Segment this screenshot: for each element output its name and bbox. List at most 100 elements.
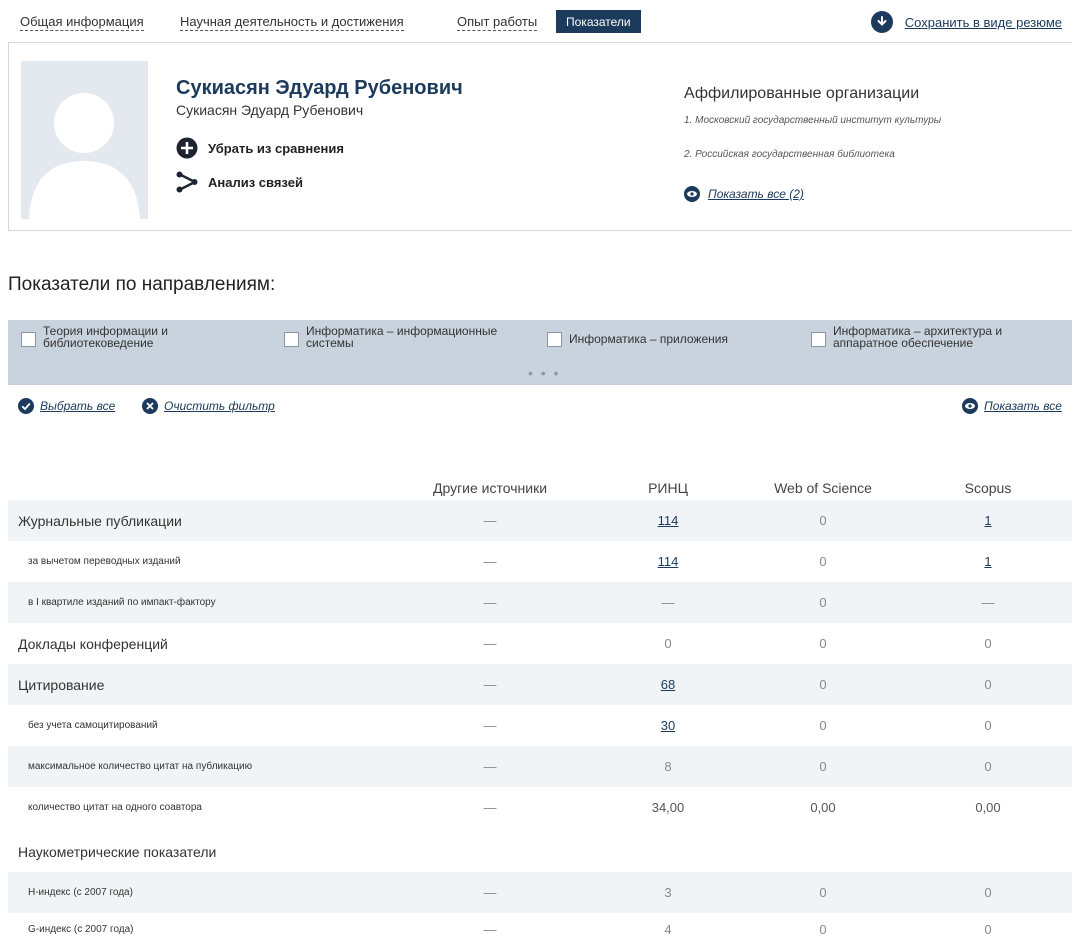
cell: — — [483, 554, 497, 569]
link-analysis-label: Анализ связей — [208, 174, 303, 190]
column-header: Другие источники — [432, 480, 548, 496]
cell: — — [483, 677, 497, 692]
table-row: Журнальные публикации — 114 0 1 — [8, 500, 1072, 541]
cell: 0 — [819, 921, 827, 937]
cell-link[interactable]: 68 — [583, 664, 753, 705]
show-all-filters-label: Показать все — [984, 399, 1062, 413]
cell: — — [483, 921, 497, 937]
filter-label: Информатика – архитектура и аппаратное о… — [833, 324, 1003, 350]
cell: 34,00 — [651, 800, 685, 815]
cell: — — [661, 595, 675, 610]
cell: 0 — [984, 759, 992, 774]
cell: 3 — [664, 885, 672, 900]
affiliation-item: 1. Московский государственный институт к… — [684, 115, 942, 126]
clear-filter-link[interactable]: Очистить фильтр — [142, 398, 275, 414]
row-label: Цитирование — [18, 676, 105, 693]
cell-link[interactable]: 30 — [583, 705, 753, 746]
table-row: Цитирование — 68 0 0 — [8, 664, 1072, 705]
filter-checkbox-item[interactable]: Информатика – приложения — [547, 325, 728, 347]
profile-subname: Сукиасян Эдуард Рубенович — [176, 102, 364, 118]
checkbox[interactable] — [21, 332, 36, 347]
profile-card: Сукиасян Эдуард Рубенович Сукиасян Эдуар… — [8, 42, 1072, 231]
cell: 0 — [984, 885, 992, 900]
filter-label: Информатика – информационные системы — [306, 324, 498, 350]
cell: 0 — [819, 554, 827, 569]
filter-label: Информатика – приложения — [569, 332, 728, 346]
filter-checkbox-item[interactable]: Информатика – информационные системы — [284, 325, 531, 349]
cell: 0 — [984, 921, 992, 937]
check-circle-icon — [18, 398, 34, 414]
cell: 0 — [984, 636, 992, 651]
eye-icon — [962, 398, 978, 414]
cell-link[interactable]: 1 — [903, 541, 1072, 582]
tab-research[interactable]: Научная деятельность и достижения — [180, 14, 404, 31]
table-row: количество цитат на одного соавтора — 34… — [8, 787, 1072, 828]
table-row: Доклады конференций — 0 0 0 — [8, 623, 1072, 664]
cell: 0 — [819, 885, 827, 900]
row-label: H-индекс (с 2007 года) — [28, 887, 133, 898]
expand-filters-button[interactable]: • • • — [528, 365, 560, 381]
avatar — [21, 61, 148, 219]
show-all-affiliations-label: Показать все (2) — [708, 187, 804, 201]
cell: 0 — [984, 718, 992, 733]
table-row: G-индекс (с 2007 года) — 4 0 0 — [8, 913, 1072, 945]
cell: — — [483, 718, 497, 733]
cell: 0 — [819, 677, 827, 692]
show-all-filters-link[interactable]: Показать все — [962, 398, 1062, 414]
column-header: РИНЦ — [648, 480, 688, 496]
cell: 0 — [984, 677, 992, 692]
cell: 4 — [664, 921, 672, 937]
cell: 0 — [664, 636, 672, 651]
checkbox[interactable] — [547, 332, 562, 347]
eye-icon — [684, 186, 700, 202]
cell: 0 — [819, 513, 827, 528]
checkbox[interactable] — [284, 332, 299, 347]
table-row: максимальное количество цитат на публика… — [8, 746, 1072, 787]
section-title: Показатели по направлениям: — [8, 274, 276, 295]
show-all-affiliations-link[interactable]: Показать все (2) — [684, 186, 804, 202]
plus-circle-icon — [176, 137, 198, 159]
cell: — — [483, 800, 497, 815]
save-resume-button[interactable]: Сохранить в виде резюме — [870, 10, 1062, 34]
table-header: Другие источники РИНЦ Web of Science Sco… — [8, 480, 1072, 500]
cell: 0,00 — [810, 800, 836, 815]
cell: 0 — [819, 636, 827, 651]
save-resume-label: Сохранить в виде резюме — [904, 14, 1062, 30]
select-all-label: Выбрать все — [40, 399, 116, 413]
filter-bar: Теория информации и библиотековедение Ин… — [8, 320, 1072, 385]
cell: 0,00 — [975, 800, 1001, 815]
column-header: Scopus — [964, 480, 1012, 496]
filter-checkbox-item[interactable]: Информатика – архитектура и аппаратное о… — [811, 325, 1058, 349]
remove-from-comparison-button[interactable]: Убрать из сравнения — [176, 137, 344, 159]
link-analysis-button[interactable]: Анализ связей — [176, 171, 303, 193]
clear-filter-label: Очистить фильтр — [164, 399, 275, 413]
download-icon — [870, 11, 893, 33]
filter-checkbox-item[interactable]: Теория информации и библиотековедение — [21, 325, 268, 349]
cell-link[interactable]: 1 — [903, 500, 1072, 541]
filter-label: Теория информации и библиотековедение — [43, 324, 169, 350]
cell: — — [483, 513, 497, 528]
affiliation-item: 2. Российская государственная библиотека — [684, 149, 895, 160]
cell: — — [483, 636, 497, 651]
tab-work-experience[interactable]: Опыт работы — [457, 14, 538, 31]
table-row: за вычетом переводных изданий — 114 0 1 — [8, 541, 1072, 582]
close-circle-icon — [142, 398, 158, 414]
cell-link[interactable]: 114 — [583, 500, 753, 541]
cell: — — [483, 885, 497, 900]
row-label: Журнальные публикации — [18, 512, 182, 529]
row-label: G-индекс (с 2007 года) — [28, 923, 134, 935]
top-navigation: Общая информация Научная деятельность и … — [20, 10, 1062, 36]
row-label: без учета самоцитирований — [28, 720, 158, 731]
checkbox[interactable] — [811, 332, 826, 347]
select-all-link[interactable]: Выбрать все — [18, 398, 115, 414]
row-label: количество цитат на одного соавтора — [28, 802, 202, 813]
cell-link[interactable]: 114 — [583, 541, 753, 582]
cell: 0 — [819, 595, 827, 610]
tab-indicators[interactable]: Показатели — [556, 10, 641, 33]
tab-general-info[interactable]: Общая информация — [20, 14, 144, 31]
profile-name: Сукиасян Эдуард Рубенович — [176, 77, 463, 99]
cell: 8 — [664, 759, 672, 774]
row-label: Доклады конференций — [18, 635, 168, 652]
row-label: Наукометрические показатели — [18, 843, 217, 860]
cell: 0 — [819, 759, 827, 774]
